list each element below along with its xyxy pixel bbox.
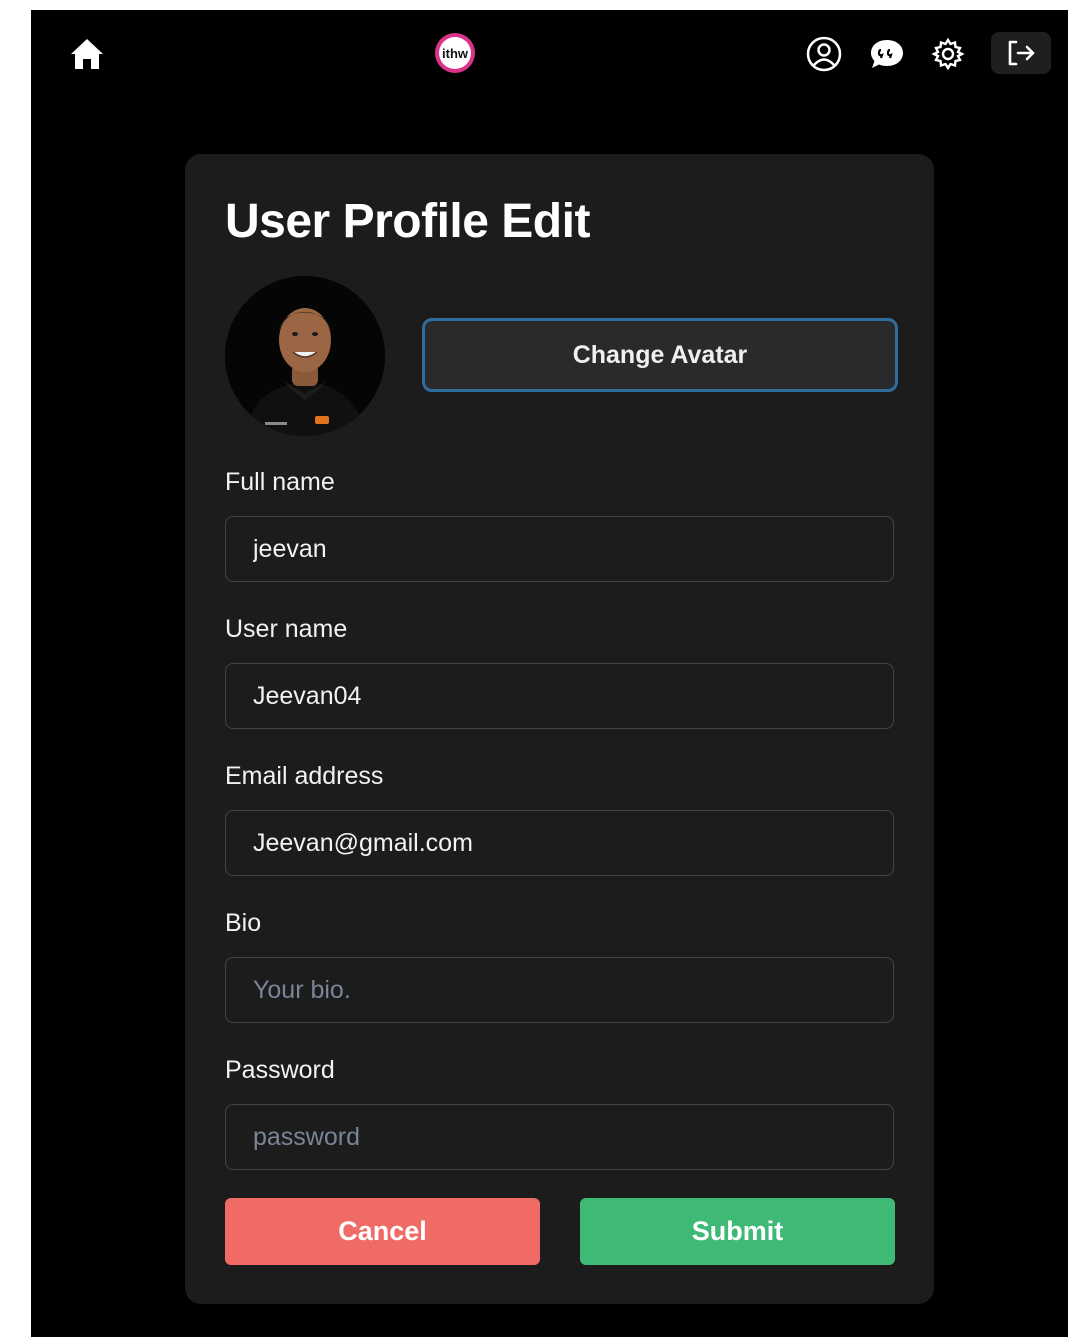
change-avatar-button[interactable]: Change Avatar bbox=[422, 318, 898, 392]
gear-icon[interactable] bbox=[928, 34, 968, 74]
avatar bbox=[225, 276, 385, 436]
home-icon[interactable] bbox=[66, 34, 108, 74]
email-label: Email address bbox=[225, 762, 384, 790]
app-root: ithw User Profile Edit Change Avatar Ful… bbox=[31, 10, 1068, 1337]
page-title: User Profile Edit bbox=[225, 195, 590, 248]
bio-label: Bio bbox=[225, 909, 262, 937]
bio-input[interactable] bbox=[225, 957, 894, 1023]
user-name-input[interactable] bbox=[225, 663, 894, 729]
top-nav: ithw bbox=[31, 10, 1068, 100]
submit-button[interactable]: Submit bbox=[580, 1198, 895, 1265]
full-name-label: Full name bbox=[225, 468, 335, 496]
profile-edit-card: User Profile Edit Change Avatar Full nam… bbox=[185, 154, 934, 1304]
email-input[interactable] bbox=[225, 810, 894, 876]
logout-icon[interactable] bbox=[991, 32, 1051, 74]
chat-icon[interactable] bbox=[866, 34, 908, 74]
user-profile-icon[interactable] bbox=[803, 33, 845, 75]
app-logo[interactable]: ithw bbox=[432, 30, 478, 76]
password-input[interactable] bbox=[225, 1104, 894, 1170]
app-logo-text: ithw bbox=[442, 46, 469, 61]
full-name-input[interactable] bbox=[225, 516, 894, 582]
cancel-button[interactable]: Cancel bbox=[225, 1198, 540, 1265]
password-label: Password bbox=[225, 1056, 335, 1084]
user-name-label: User name bbox=[225, 615, 348, 643]
